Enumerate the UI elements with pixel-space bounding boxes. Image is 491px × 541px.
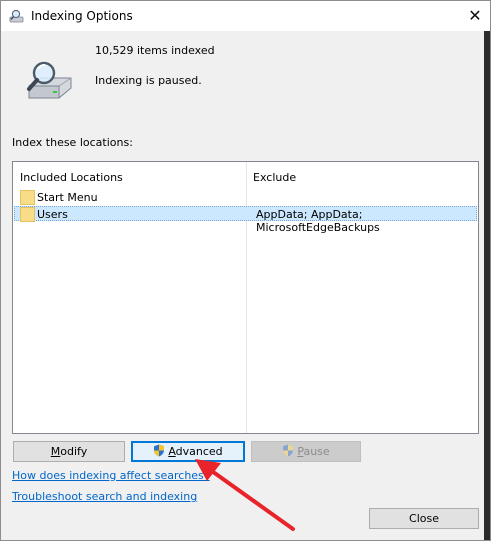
indexing-affect-searches-link[interactable]: How does indexing affect searches? — [12, 469, 210, 482]
items-indexed-count: 10,529 items indexed — [95, 44, 215, 57]
location-exclude: AppData; AppData; MicrosoftEdgeBackups — [256, 208, 380, 234]
indexing-options-icon — [9, 9, 24, 23]
close-icon[interactable]: ✕ — [460, 1, 490, 31]
window-title: Indexing Options — [31, 9, 133, 23]
uac-shield-icon — [154, 444, 165, 457]
troubleshoot-link[interactable]: Troubleshoot search and indexing — [12, 490, 197, 503]
modify-button[interactable]: Modify — [13, 441, 125, 462]
pause-label: ause — [303, 445, 330, 458]
title-bar: Indexing Options ✕ — [1, 1, 490, 31]
magnifier-drive-icon — [27, 61, 72, 99]
indexing-status: Indexing is paused. — [95, 74, 202, 87]
column-header-exclude[interactable]: Exclude — [253, 171, 296, 184]
close-button[interactable]: Close — [369, 508, 479, 529]
modify-access-key: M — [50, 445, 61, 458]
location-row-users[interactable]: Users AppData; AppData; MicrosoftEdgeBac… — [14, 206, 477, 234]
modify-label: odify — [60, 445, 88, 458]
advanced-access-key: A — [168, 445, 176, 458]
locations-label: Index these locations: — [12, 136, 133, 149]
included-locations-list[interactable]: Included Locations Exclude Start Menu Us… — [12, 161, 479, 434]
column-header-included[interactable]: Included Locations — [20, 171, 123, 184]
location-row-start-menu[interactable]: Start Menu — [14, 190, 477, 205]
indexing-options-window: Indexing Options ✕ 10,529 items indexed … — [0, 0, 491, 541]
window-edge-strip — [484, 31, 490, 540]
location-name: Start Menu — [37, 191, 98, 204]
location-name: Users — [37, 208, 68, 221]
folder-icon — [20, 207, 35, 222]
annotation-arrow — [195, 459, 295, 531]
folder-icon — [20, 190, 35, 205]
